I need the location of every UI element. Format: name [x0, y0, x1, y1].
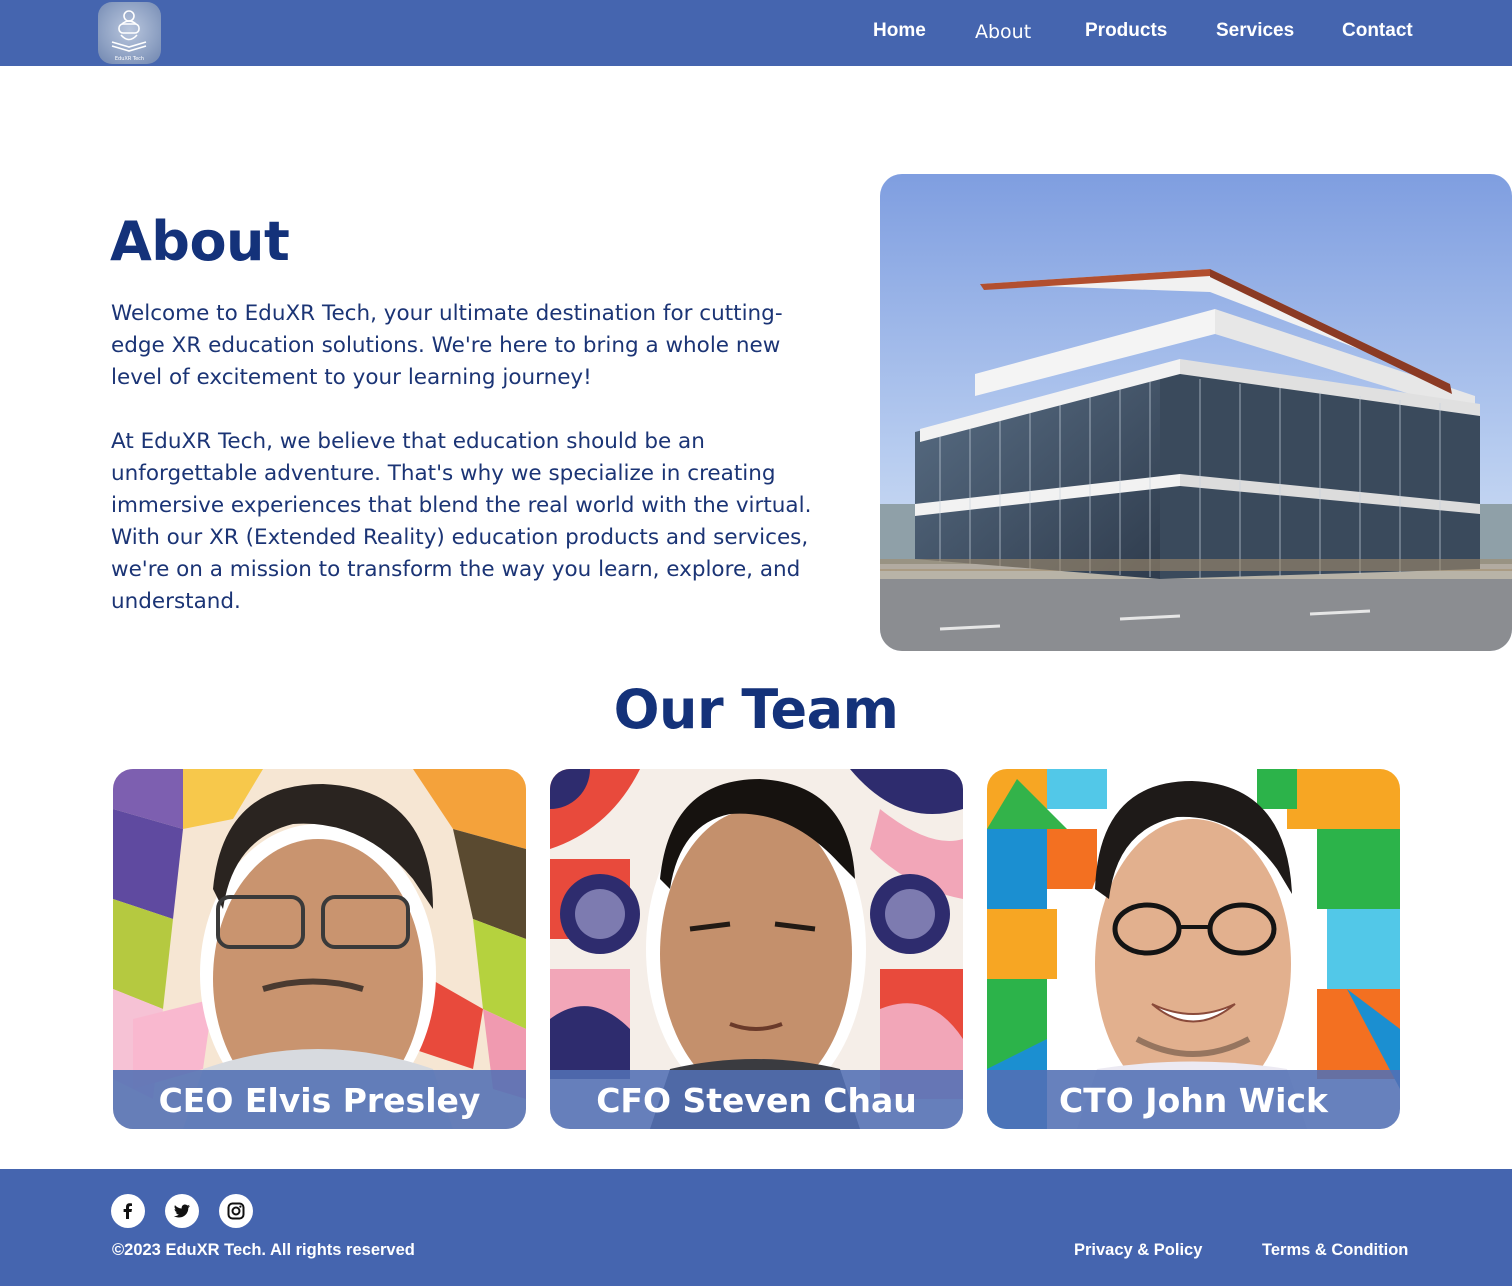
nav-contact[interactable]: Contact	[1342, 20, 1413, 42]
team-card-cfo[interactable]: CFO Steven Chau	[550, 769, 963, 1129]
nav-home[interactable]: Home	[873, 20, 926, 42]
team-title: Our Team	[613, 678, 899, 741]
instagram-icon[interactable]	[219, 1194, 253, 1228]
facebook-icon[interactable]	[111, 1194, 145, 1228]
privacy-policy-link[interactable]: Privacy & Policy	[1074, 1241, 1202, 1260]
brand-logo[interactable]: EduXR Tech	[98, 2, 161, 64]
vr-headset-student-logo-icon	[111, 10, 147, 52]
about-paragraph-1: Welcome to EduXR Tech, your ultimate des…	[111, 301, 783, 390]
team-card-caption: CTO John Wick	[987, 1070, 1400, 1129]
about-paragraph-2: At EduXR Tech, we believe that education…	[111, 429, 812, 614]
nav-services[interactable]: Services	[1216, 20, 1294, 42]
about-title: About	[110, 210, 290, 273]
logo-text: EduXR Tech	[114, 56, 145, 62]
footer: ©2023 EduXR Tech. All rights reserved Pr…	[0, 1169, 1512, 1286]
team-card-cto[interactable]: CTO John Wick	[987, 769, 1400, 1129]
nav-products[interactable]: Products	[1085, 20, 1167, 42]
copyright-text: ©2023 EduXR Tech. All rights reserved	[112, 1241, 415, 1259]
team-card-caption: CFO Steven Chau	[550, 1070, 963, 1129]
terms-condition-link[interactable]: Terms & Condition	[1262, 1241, 1408, 1260]
twitter-icon[interactable]	[165, 1194, 199, 1228]
top-nav: EduXR Tech Home About Products Services …	[0, 0, 1512, 66]
building-image	[880, 174, 1512, 651]
team-card-caption: CEO Elvis Presley	[113, 1070, 526, 1129]
team-card-ceo[interactable]: CEO Elvis Presley	[113, 769, 526, 1129]
nav-about[interactable]: About	[975, 21, 1031, 43]
